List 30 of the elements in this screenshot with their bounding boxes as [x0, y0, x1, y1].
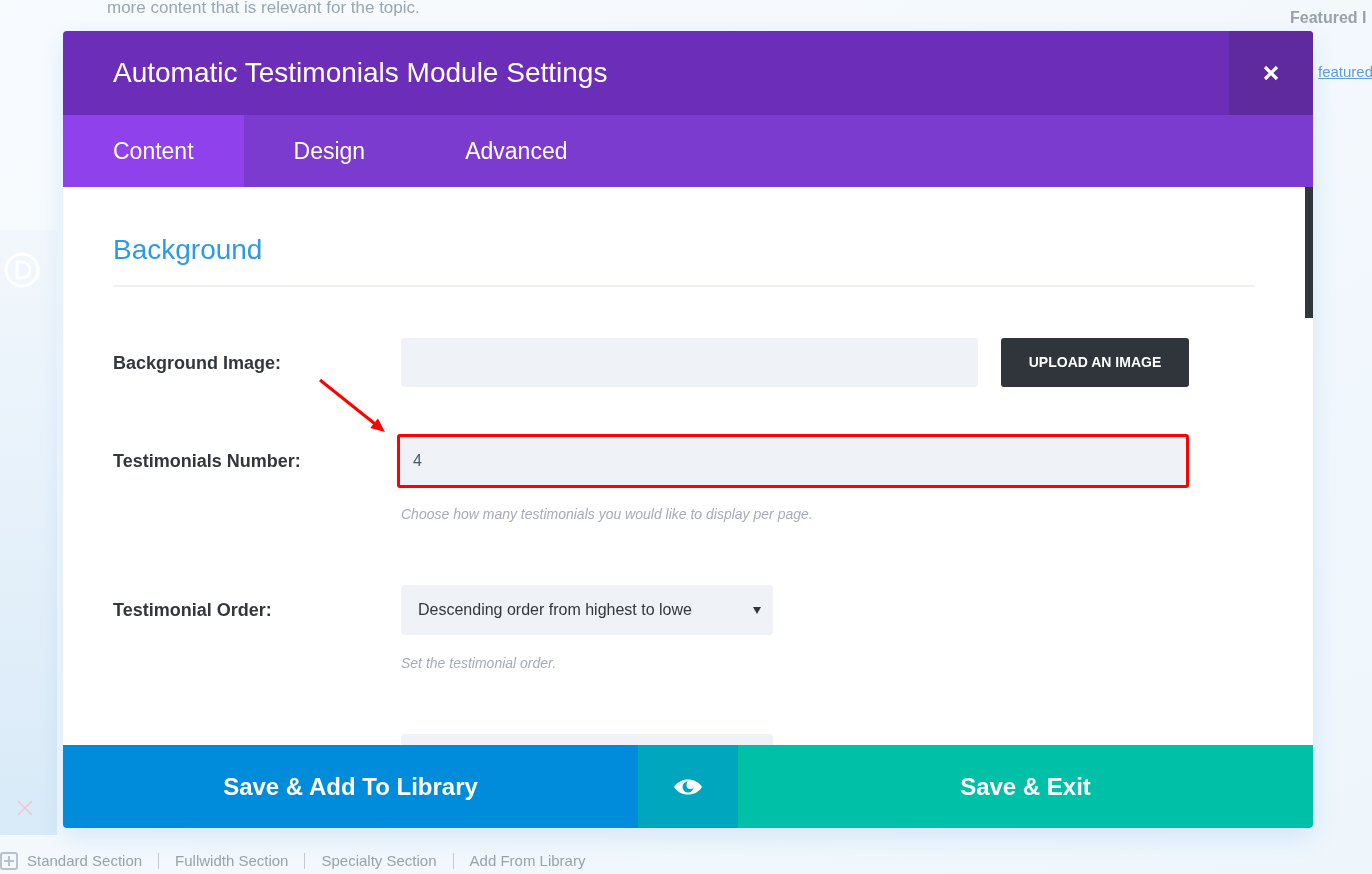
tab[interactable]: Design — [243, 115, 416, 187]
plus-icon[interactable] — [0, 852, 18, 870]
save-exit-button[interactable]: Save & Exit — [738, 745, 1313, 828]
section-link[interactable]: Specialty Section — [321, 851, 437, 871]
close-icon[interactable] — [16, 799, 34, 817]
preview-button[interactable] — [638, 745, 738, 828]
tab[interactable]: Advanced — [415, 115, 618, 187]
caret-icon — [753, 606, 761, 614]
section-link[interactable]: Add From Library — [469, 851, 586, 871]
page-paragraph: more content that is relevant for the topic. — [107, 0, 420, 19]
save-library-button[interactable]: Save & Add To Library — [63, 745, 638, 828]
field-hint: Set the testimonial order. — [401, 655, 557, 671]
select-field[interactable]: Descending order from highest to lowe — [401, 585, 773, 635]
upload-button[interactable]: UPLOAD AN IMAGE — [1001, 338, 1189, 387]
section-heading: Background — [113, 233, 263, 267]
close-button[interactable] — [1229, 31, 1313, 115]
dialog-title: Automatic Testimonials Module Settings — [113, 56, 608, 90]
scrollbar[interactable] — [1305, 187, 1313, 318]
field-label: Background Image: — [113, 351, 282, 375]
field-label: Testimonial Order: — [113, 599, 272, 622]
field-hint: Choose how many testimonials you would like to display per page. — [401, 506, 813, 522]
section-link[interactable]: Fullwidth Section — [175, 851, 289, 871]
field-label: Testimonials Number: — [113, 450, 301, 473]
close-icon — [1263, 65, 1279, 81]
sidebar-link[interactable]: featured — [1318, 62, 1372, 82]
tab[interactable]: Content — [63, 115, 244, 187]
sidebar-title: Featured I — [1290, 8, 1368, 28]
number-field[interactable]: 4 — [397, 434, 1189, 488]
section-link[interactable]: Standard Section — [27, 851, 143, 871]
arrow-annotation — [319, 378, 385, 432]
